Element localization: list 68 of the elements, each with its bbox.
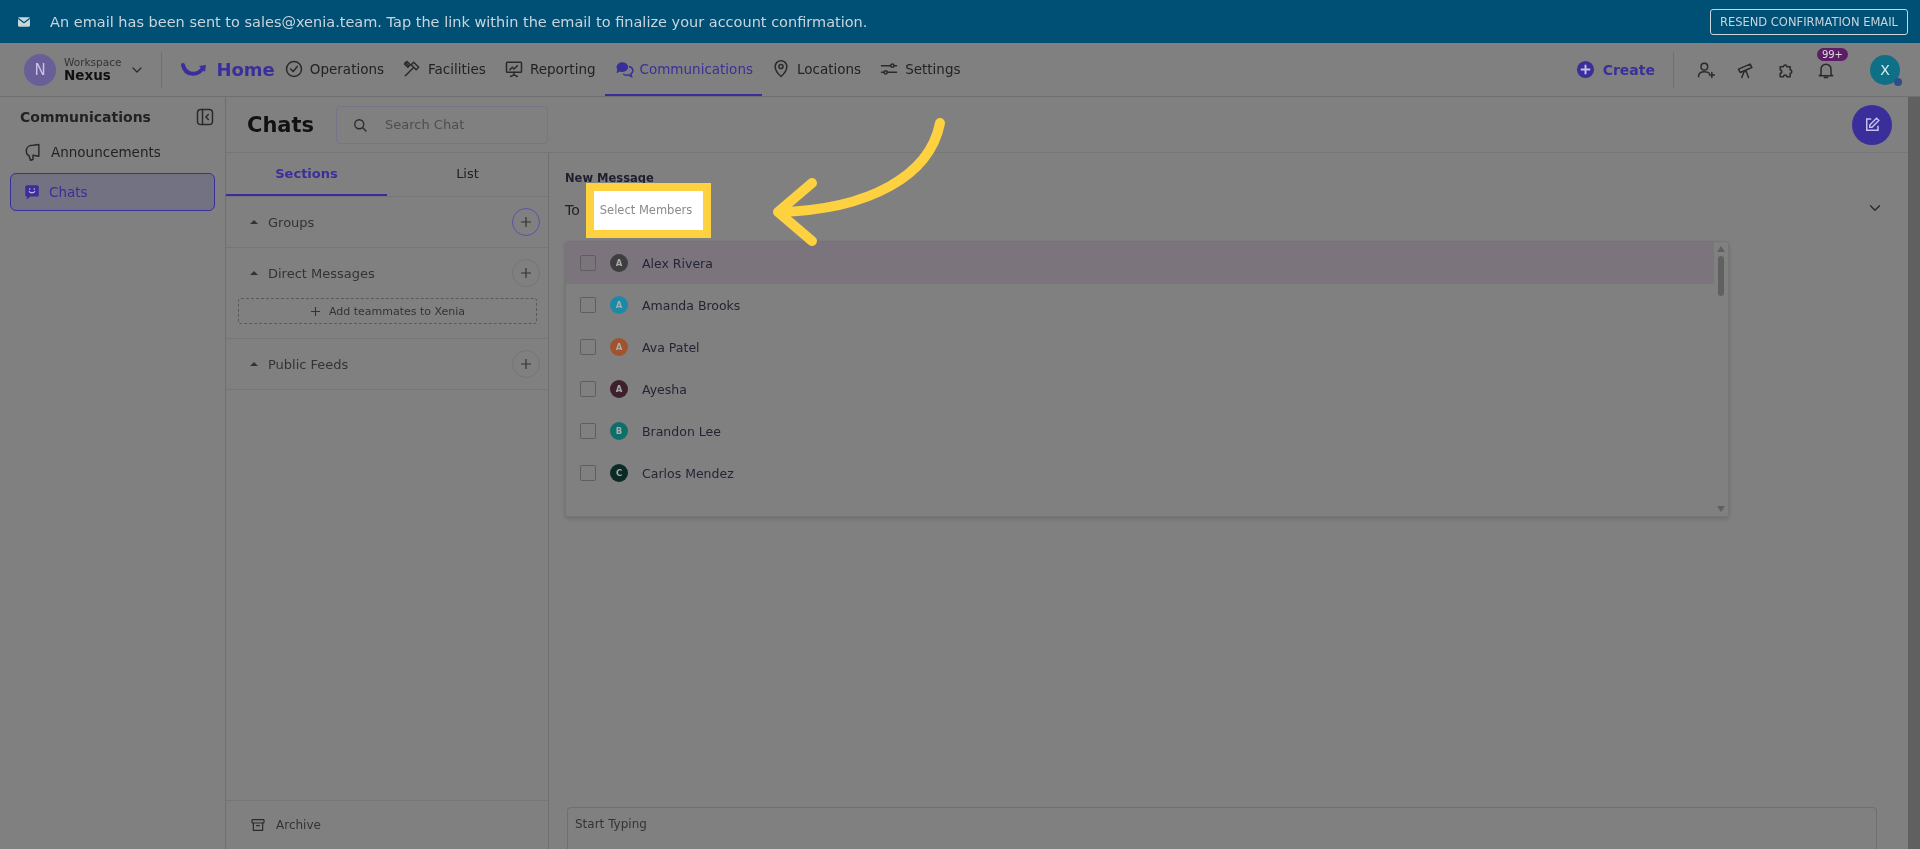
member-avatar: A xyxy=(610,296,628,314)
scrollbar-thumb[interactable] xyxy=(1718,256,1724,296)
nav-tab[interactable]: Locations xyxy=(762,43,871,96)
map-pin-icon xyxy=(771,58,791,79)
checkbox[interactable] xyxy=(580,255,596,271)
plus-icon xyxy=(309,305,321,317)
archive-icon xyxy=(250,817,266,833)
edit-icon xyxy=(1863,115,1881,134)
collapse-sidebar-icon xyxy=(195,107,215,127)
checkbox[interactable] xyxy=(580,339,596,355)
plus-icon xyxy=(520,267,532,279)
sidebar-item[interactable]: Announcements xyxy=(10,133,215,171)
workspace-name[interactable]: Nexus xyxy=(64,67,122,84)
member-option[interactable]: A Ava Patel xyxy=(566,326,1714,368)
sidebar-item[interactable]: Chats xyxy=(10,173,215,211)
caret-up-icon[interactable] xyxy=(250,219,258,225)
member-avatar: A xyxy=(610,338,628,356)
checkbox[interactable] xyxy=(580,381,596,397)
banner-message: An email has been sent to sales@xenia.team. Tap the link within the email to finalize your account confirmation. xyxy=(50,13,869,30)
member-option[interactable]: B Brandon Lee xyxy=(566,410,1714,452)
megaphone-icon xyxy=(23,142,43,162)
panel-tab[interactable]: Sections xyxy=(226,153,387,196)
page-scrollbar[interactable] xyxy=(1908,97,1920,849)
nav-tab[interactable]: Reporting xyxy=(494,43,605,96)
plus-circle-icon xyxy=(1575,60,1595,79)
member-avatar: A xyxy=(610,254,628,272)
scroll-up-icon[interactable] xyxy=(1717,246,1725,252)
new-message-label: New Message xyxy=(565,171,655,185)
caret-up-icon[interactable] xyxy=(250,270,258,276)
create-button[interactable]: Create xyxy=(1575,51,1674,88)
compose-button[interactable] xyxy=(1852,104,1892,145)
chat-smile-icon xyxy=(23,183,41,201)
nav-tab[interactable]: Communications xyxy=(604,43,762,96)
select-members-field[interactable]: Select Members xyxy=(585,182,711,238)
member-option[interactable]: A Alex Rivera xyxy=(566,242,1714,284)
member-option[interactable]: A Ayesha xyxy=(566,368,1714,410)
archive-link[interactable]: Archive xyxy=(226,800,548,849)
section-title[interactable]: Direct Messages xyxy=(268,265,502,281)
section-title[interactable]: Public Feeds xyxy=(268,356,502,372)
message-input[interactable]: Start Typing xyxy=(567,807,1877,849)
checkbox[interactable] xyxy=(580,423,596,439)
caret-up-icon[interactable] xyxy=(250,361,258,367)
workspace-label: Workspace xyxy=(64,55,122,68)
plus-icon xyxy=(520,216,532,228)
sidebar-title: Communications xyxy=(20,109,151,125)
check-circle-icon xyxy=(283,58,304,79)
resend-confirmation-button[interactable]: RESEND CONFIRMATION EMAIL xyxy=(1709,8,1908,35)
user-avatar[interactable]: X xyxy=(1870,54,1900,85)
member-option[interactable]: C Carlos Mendez xyxy=(566,452,1714,494)
member-avatar: C xyxy=(610,464,628,482)
member-option[interactable]: A Amanda Brooks xyxy=(566,284,1714,326)
nav-tab[interactable]: Settings xyxy=(870,43,970,96)
workspace-avatar[interactable]: N xyxy=(24,53,56,86)
home-link[interactable]: Home xyxy=(180,59,275,80)
plus-icon xyxy=(520,358,532,370)
notification-badge: 99+ xyxy=(1816,47,1848,61)
to-label: To xyxy=(565,202,580,218)
nav-tab[interactable]: Operations xyxy=(274,43,394,96)
checkbox[interactable] xyxy=(580,465,596,481)
member-avatar: A xyxy=(610,380,628,398)
chats-title: Chats xyxy=(247,112,315,137)
member-avatar: B xyxy=(610,422,628,440)
panel-tab[interactable]: List xyxy=(387,153,548,196)
add-teammates-button[interactable]: Add teammates to Xenia xyxy=(238,298,537,324)
scroll-down-icon[interactable] xyxy=(1717,506,1725,512)
section-title[interactable]: Groups xyxy=(268,214,502,230)
checkbox[interactable] xyxy=(580,297,596,313)
nav-tab[interactable]: Facilities xyxy=(393,43,495,96)
